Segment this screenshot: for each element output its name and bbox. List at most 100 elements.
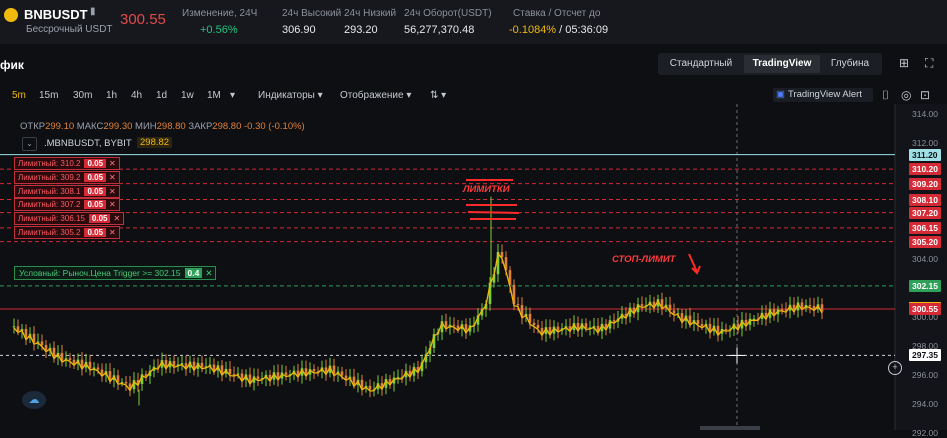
conditional-order-qty[interactable]: 0.4 (184, 268, 203, 278)
expand-icon[interactable]: ⛶ (925, 56, 933, 71)
stat-value: 293.20 (344, 24, 378, 36)
timeframe-1M[interactable]: 1M (207, 90, 221, 101)
price-label: 297.35 (909, 349, 941, 362)
stat-value-text-2: / 05:36:09 (556, 24, 609, 36)
tradingview-logo-icon[interactable]: ☁ (22, 391, 46, 409)
stat-label: Ставка / Отсчет до (513, 8, 601, 19)
display-button[interactable]: Отображение ▾ (340, 90, 411, 101)
candle-body (752, 318, 756, 320)
candle-body (40, 341, 44, 346)
high-value: 299.30 (103, 121, 133, 132)
cancel-order-icon[interactable]: ✕ (106, 173, 119, 182)
tab-tradingview[interactable]: TradingView (744, 55, 820, 73)
candle-body (228, 368, 232, 375)
limit-order-label: Лимитный: 309.2 (18, 173, 81, 182)
close-label: ЗАКР (188, 121, 213, 132)
limit-order-qty[interactable]: 0.05 (84, 159, 107, 168)
candle-body (780, 309, 784, 311)
candle-body (700, 323, 704, 327)
alert-icon: ▣ (776, 89, 785, 100)
stat-value: -0.1084% / 05:36:09 (509, 24, 608, 36)
tab-depth[interactable]: Глубина (822, 55, 878, 73)
limit-order-qty[interactable]: 0.05 (84, 173, 107, 182)
grid-layout-icon[interactable]: ⊞ (899, 56, 909, 70)
limit-order-qty[interactable]: 0.05 (84, 200, 107, 209)
fullscreen-icon[interactable]: ⊡ (920, 88, 930, 102)
cancel-order-icon[interactable]: ✕ (110, 214, 123, 223)
cancel-order-icon[interactable]: ✕ (106, 228, 119, 237)
candle-body (532, 322, 536, 326)
cancel-conditional-icon[interactable]: ✕ (202, 268, 215, 278)
limit-order[interactable]: Лимитный: 306.15 0.05 ✕ (14, 212, 125, 225)
limit-order[interactable]: Лимитный: 309.2 0.05 ✕ (14, 171, 120, 184)
tradingview-alert-button[interactable]: ▣ TradingView Alert (773, 88, 873, 102)
indicators-button[interactable]: Индикаторы ▾ (258, 90, 323, 101)
tv-alert-label: TradingView Alert (787, 89, 862, 100)
compare-icon[interactable]: ⇅ ▾ (430, 90, 446, 101)
cancel-order-icon[interactable]: ✕ (106, 159, 119, 168)
timeframe-dropdown-icon[interactable]: ▾ (230, 90, 235, 101)
limit-order[interactable]: Лимитный: 308.1 0.05 ✕ (14, 185, 120, 198)
crosshair-add-icon[interactable]: + (888, 361, 902, 375)
price-label: 300.55 (909, 303, 941, 316)
annotation-limits: ЛИМИТКИ (463, 184, 510, 195)
candle-body (44, 345, 48, 351)
tab-standard[interactable]: Стандартный (662, 55, 740, 73)
limit-order[interactable]: Лимитный: 307.2 0.05 ✕ (14, 198, 120, 211)
symbol-subtitle: Бессрочный USDT (26, 24, 113, 35)
stat-label: Изменение, 24Ч (182, 8, 258, 19)
candle-body (640, 304, 644, 307)
candle-body (500, 251, 504, 258)
conditional-order[interactable]: Условный: Рыноч.Цена Trigger >= 302.15 0.… (14, 266, 217, 280)
candle-body (312, 369, 316, 372)
candle-body (232, 374, 236, 376)
limit-order-label: Лимитный: 307.2 (18, 200, 81, 209)
favorite-icon[interactable]: ▮ (90, 6, 96, 17)
candle-body (772, 309, 776, 315)
indicators-label: Индикаторы (258, 90, 315, 101)
timeframe-5m[interactable]: 5m (12, 90, 26, 101)
screenshot-icon[interactable]: ⌷ (882, 88, 889, 103)
timeframe-1d[interactable]: 1d (156, 90, 167, 101)
price-label: 306.15 (909, 221, 941, 234)
low-value: 298.80 (156, 121, 186, 132)
limit-order-label: Лимитный: 310.2 (18, 159, 81, 168)
open-value: 299.10 (45, 121, 75, 132)
candle-body (808, 304, 812, 307)
candle-body (340, 371, 344, 376)
limit-order-qty[interactable]: 0.05 (84, 187, 107, 196)
timeframe-30m[interactable]: 30m (73, 90, 92, 101)
candle-body (516, 304, 520, 306)
symbol-name[interactable]: BNBUSDT (24, 7, 88, 22)
candle-body (284, 372, 288, 375)
series-value: 298.82 (137, 137, 173, 148)
timeframe-15m[interactable]: 15m (39, 90, 58, 101)
price-tick: 314.00 (912, 109, 938, 119)
timeframe-1h[interactable]: 1h (106, 90, 117, 101)
display-label: Отображение (340, 90, 404, 101)
candle-body (556, 326, 560, 331)
settings-icon[interactable]: ◎ (901, 88, 911, 102)
stat-label: 24ч Оборот(USDT) (404, 8, 492, 19)
limit-order[interactable]: Лимитный: 305.2 0.05 ✕ (14, 226, 120, 239)
price-label: 309.20 (909, 177, 941, 190)
high-label: МАКС (76, 121, 104, 132)
stat-value-text: +0.56% (200, 24, 238, 36)
stat-value: 306.90 (282, 24, 316, 36)
timeframe-4h[interactable]: 4h (131, 90, 142, 101)
limit-order-qty[interactable]: 0.05 (84, 228, 107, 237)
cancel-order-icon[interactable]: ✕ (106, 187, 119, 196)
limit-order-qty[interactable]: 0.05 (88, 214, 111, 223)
candle-body (452, 324, 456, 326)
candle-body (696, 320, 700, 324)
candle-body (16, 326, 20, 331)
collapse-chevron-icon[interactable]: ⌄ (22, 137, 37, 151)
annotation-stop-limit: СТОП-ЛИМИТ (612, 254, 676, 265)
price-tick: 304.00 (912, 254, 938, 264)
candle-body (12, 326, 16, 328)
cancel-order-icon[interactable]: ✕ (106, 200, 119, 209)
bnb-coin-icon (4, 8, 18, 22)
timeframe-1w[interactable]: 1w (181, 90, 194, 101)
change-value: -0.30 (-0.10%) (244, 121, 305, 132)
limit-order[interactable]: Лимитный: 310.2 0.05 ✕ (14, 157, 120, 170)
